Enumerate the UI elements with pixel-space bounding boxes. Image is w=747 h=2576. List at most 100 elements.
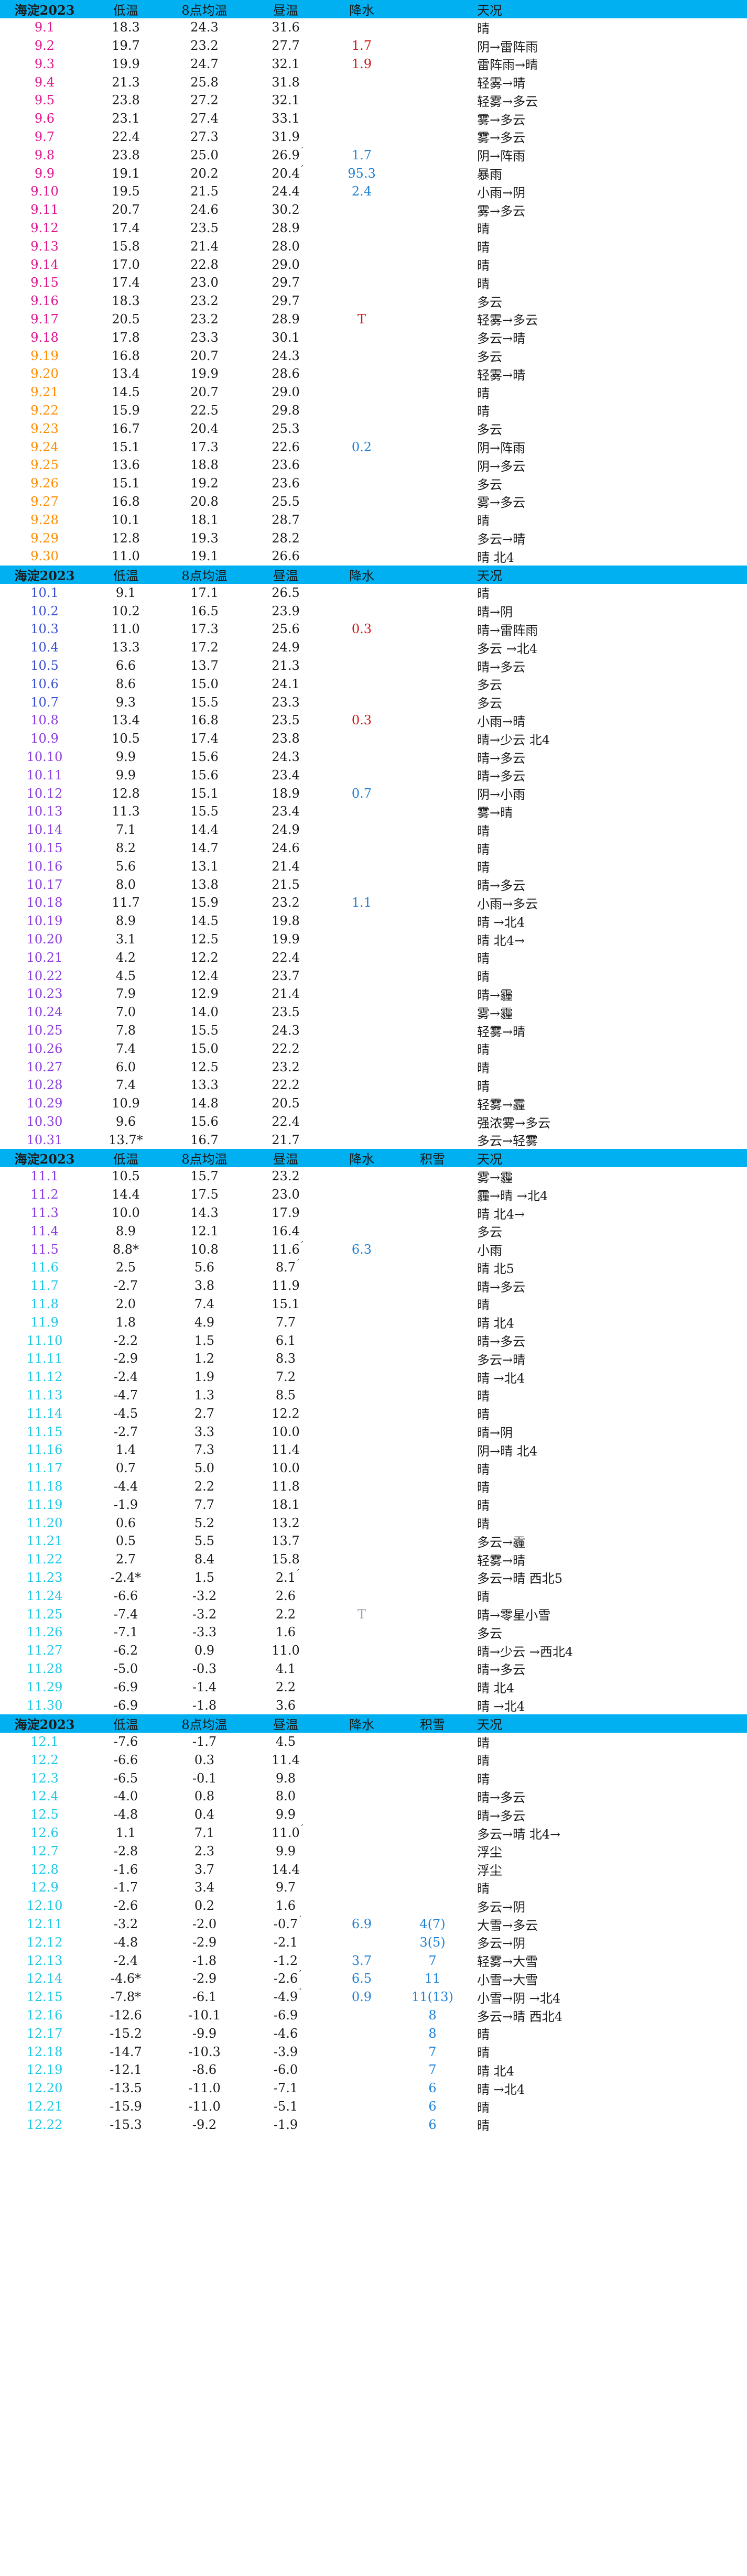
table-row: 12.3 -6.5 -0.1 9.8 晴 bbox=[0, 1769, 747, 1788]
date-cell: 9.4 bbox=[34, 74, 55, 90]
low-temp-cell: 9.3 bbox=[115, 694, 136, 710]
low-temp-cell: 0.5 bbox=[115, 1534, 136, 1549]
precip-cell: 6.5 bbox=[351, 1971, 372, 1986]
header-day-temp: 昼温 bbox=[273, 568, 298, 583]
date-cell: 12.7 bbox=[30, 1843, 59, 1858]
day-temp-cell: 20.5 bbox=[246, 1096, 325, 1111]
precip-cell: 0.9 bbox=[351, 1990, 372, 2005]
date-cell: 9.8 bbox=[34, 147, 55, 162]
weather-cell: 小雨 bbox=[477, 1243, 502, 1258]
header-day-temp: 昼温 bbox=[273, 1152, 298, 1167]
day-temp-value: 23.4 bbox=[272, 804, 300, 819]
avg-temp-cell: -3.2 bbox=[192, 1588, 217, 1603]
weather-cell: 晴 bbox=[477, 1881, 490, 1896]
day-temp-cell: 11.9 bbox=[246, 1278, 325, 1293]
low-temp-cell: -7.1 bbox=[113, 1625, 138, 1640]
low-temp-cell: 20.7 bbox=[112, 202, 140, 218]
snow-depth-cell: 8 bbox=[428, 2008, 437, 2023]
day-temp-value: 23.6 bbox=[272, 476, 300, 491]
header-avg-temp: 8点均温 bbox=[181, 1717, 228, 1732]
day-temp-value: 8.3 bbox=[275, 1351, 296, 1366]
day-temp-mark: ´ bbox=[298, 1969, 302, 1980]
day-temp-value: 12.2 bbox=[272, 1406, 300, 1421]
day-temp-value: 20.4 bbox=[272, 166, 300, 181]
avg-temp-cell: 15.0 bbox=[190, 676, 219, 691]
low-temp-cell: 6.6 bbox=[115, 658, 136, 673]
table-row: 11.17 0.7 5.0 10.0 晴 bbox=[0, 1459, 747, 1477]
weather-cell: 轻雾→晴 bbox=[477, 76, 526, 91]
table-row: 10.28 7.4 13.3 22.2 晴 bbox=[0, 1076, 747, 1094]
date-cell: 12.15 bbox=[26, 1990, 63, 2005]
weather-cell: 多云 bbox=[477, 1626, 502, 1641]
date-cell: 9.26 bbox=[30, 476, 59, 491]
date-cell: 9.24 bbox=[30, 439, 59, 454]
precip-cell: T bbox=[357, 1606, 366, 1622]
table-row: 10.3 11.0 17.3 25.6 0.3 晴→雷阵雨 bbox=[0, 620, 747, 638]
day-temp-value: 22.2 bbox=[272, 1041, 300, 1056]
day-temp-value: 11.0 bbox=[272, 1825, 300, 1841]
day-temp-cell: 22.2 bbox=[246, 1078, 325, 1092]
weather-cell: 雾→多云 bbox=[477, 112, 526, 127]
table-row: 11.10 -2.2 1.5 6.1 晴→多云 bbox=[0, 1331, 747, 1350]
date-cell: 10.22 bbox=[26, 968, 63, 983]
avg-temp-cell: 15.0 bbox=[190, 1041, 219, 1056]
day-temp-value: 11.9 bbox=[272, 1278, 300, 1294]
weather-cell: 轻雾→霾 bbox=[477, 1097, 526, 1112]
weather-cell: 晴 →北4 bbox=[477, 1371, 525, 1386]
day-temp-value: 6.1 bbox=[275, 1333, 296, 1348]
date-cell: 10.6 bbox=[30, 676, 59, 691]
low-temp-cell: 10.1 bbox=[112, 512, 140, 527]
weather-cell: 浮尘 bbox=[477, 1845, 502, 1860]
table-row: 11.3 10.0 14.3 17.9 晴 北4→ bbox=[0, 1203, 747, 1222]
day-temp-mark: ´ bbox=[298, 1915, 302, 1925]
day-temp-cell: 2.2 bbox=[246, 1680, 325, 1694]
avg-temp-cell: 16.7 bbox=[190, 1132, 219, 1147]
date-cell: 10.18 bbox=[26, 895, 63, 910]
avg-temp-cell: 14.7 bbox=[190, 841, 219, 856]
header-weather: 天况 bbox=[477, 1717, 502, 1732]
avg-temp-cell: 7.7 bbox=[194, 1497, 215, 1512]
avg-temp-cell: 16.5 bbox=[190, 603, 219, 618]
snow-depth-cell: 8 bbox=[428, 2026, 437, 2041]
date-cell: 11.14 bbox=[26, 1406, 63, 1421]
weather-cell: 晴 →北4 bbox=[477, 2082, 525, 2097]
weather-cell: 晴 北4 bbox=[477, 1316, 514, 1331]
day-temp-value: 21.4 bbox=[272, 986, 300, 1002]
header-low-temp: 低温 bbox=[113, 1717, 138, 1732]
day-temp-cell: 23.2 bbox=[246, 1169, 325, 1183]
day-temp-value: 9.7 bbox=[275, 1880, 296, 1895]
avg-temp-cell: -2.0 bbox=[192, 1917, 217, 1932]
day-temp-cell: 8.7 ´ bbox=[246, 1258, 325, 1275]
table-row: 12.10 -2.6 0.2 1.6 多云→阴 bbox=[0, 1896, 747, 1915]
weather-cell: 晴 bbox=[477, 1754, 490, 1769]
day-temp-cell: 23.5 bbox=[246, 1005, 325, 1019]
date-cell: 11.25 bbox=[26, 1606, 63, 1622]
date-cell: 10.14 bbox=[26, 822, 63, 838]
day-temp-cell: 23.4 bbox=[246, 768, 325, 782]
day-temp-cell: 21.4 bbox=[246, 859, 325, 874]
weather-cell: 晴 bbox=[477, 2046, 490, 2061]
low-temp-cell: -15.2 bbox=[110, 2026, 142, 2041]
avg-temp-cell: 0.2 bbox=[194, 1898, 215, 1914]
avg-temp-cell: 10.8 bbox=[190, 1242, 219, 1257]
day-temp-value: -6.0 bbox=[273, 2062, 298, 2078]
table-row: 9.16 18.3 23.2 29.7 多云 bbox=[0, 291, 747, 310]
table-row: 10.4 13.3 17.2 24.9 多云 →北4 bbox=[0, 638, 747, 657]
low-temp-cell: 11.3 bbox=[112, 804, 140, 819]
day-temp-cell: 23.0 bbox=[246, 1187, 325, 1202]
weather-cell: 小雪→大雪 bbox=[477, 1972, 538, 1987]
weather-cell: 晴→阴 bbox=[477, 605, 513, 620]
date-cell: 9.19 bbox=[30, 348, 59, 363]
table-row: 12.20 -13.5 -11.0 -7.1 6 晴 →北4 bbox=[0, 2079, 747, 2097]
weather-cell: 多云→晴 北4→ bbox=[477, 1827, 561, 1842]
table-row: 12.5 -4.8 0.4 9.9 晴→多云 bbox=[0, 1805, 747, 1824]
day-temp-value: 23.6 bbox=[272, 458, 300, 473]
date-cell: 10.12 bbox=[26, 786, 63, 801]
weather-cell: 晴→多云 bbox=[477, 878, 526, 894]
date-cell: 11.28 bbox=[26, 1661, 63, 1676]
day-temp-value: 15.1 bbox=[272, 1296, 300, 1311]
day-temp-cell: -0.7 ´ bbox=[246, 1915, 325, 1931]
avg-temp-cell: 4.9 bbox=[194, 1314, 215, 1330]
day-temp-mark: ´ bbox=[299, 1823, 304, 1834]
low-temp-cell: 16.7 bbox=[112, 421, 140, 436]
